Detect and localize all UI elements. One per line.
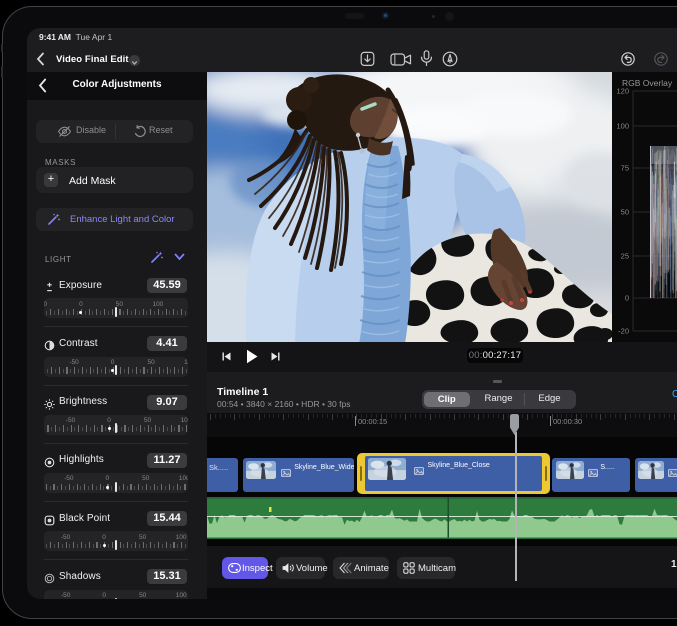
svg-text:25: 25 xyxy=(621,252,629,261)
svg-text:75: 75 xyxy=(621,164,629,173)
svg-text:0: 0 xyxy=(625,294,629,303)
svg-text:100: 100 xyxy=(616,122,629,131)
svg-text:50: 50 xyxy=(621,208,629,217)
svg-text:-20: -20 xyxy=(618,327,629,336)
svg-text:120: 120 xyxy=(616,87,629,96)
